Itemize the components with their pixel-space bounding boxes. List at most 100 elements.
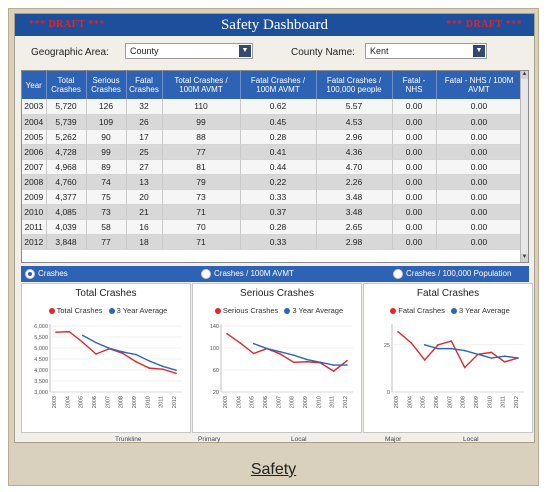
radio-selected-icon[interactable] — [25, 268, 35, 279]
data-point-average — [477, 353, 479, 356]
table-cell: 0.00 — [436, 219, 523, 235]
radio-crashes[interactable]: Crashes — [25, 268, 68, 280]
column-header[interactable]: Year — [22, 71, 47, 99]
radio-per-avmt-label: Crashes / 100M AVMT — [214, 269, 294, 278]
table-cell: 0.00 — [436, 234, 523, 250]
table-cell: 3.48 — [316, 204, 393, 220]
data-point-actual — [346, 359, 348, 362]
x-tick-label: 2008 — [290, 396, 296, 408]
table-cell: 2.98 — [316, 234, 393, 250]
table-row[interactable]: 2009 4,377 75 20 73 0.33 3.48 0.00 0.00 — [22, 189, 523, 205]
table-row[interactable]: 2007 4,968 89 27 81 0.44 4.70 0.00 0.00 — [22, 159, 523, 175]
data-point-actual — [437, 344, 439, 346]
table-cell: 5,739 — [46, 114, 87, 130]
column-header[interactable]: Total Crashes / 100M AVMT — [162, 71, 241, 99]
table-cell: 0.00 — [436, 159, 523, 175]
data-point-average — [503, 355, 506, 357]
data-point-average — [332, 364, 335, 366]
x-tick-label: 2006 — [434, 396, 440, 408]
table-cell: 2011 — [22, 219, 47, 235]
fatal-crashes-plot: 0 25 2003 2004 2005 2006 2007 2008 2009 2010 2011 2… — [384, 324, 524, 408]
data-point-average — [423, 344, 426, 346]
table-cell: 70 — [162, 219, 241, 235]
radio-crashes-per-population[interactable]: Crashes / 100,000 Population — [393, 268, 511, 280]
table-cell: 0.00 — [436, 189, 523, 205]
serious-crashes-plot: 20 60 100 140 2003 2004 2005 2006 2007 2008 2009 20… — [210, 324, 353, 408]
table-cell: 17 — [126, 129, 163, 145]
chevron-down-icon[interactable]: ▼ — [239, 45, 251, 57]
table-cell: 89 — [86, 159, 127, 175]
data-point-actual — [252, 352, 255, 355]
footer-word: Major — [385, 436, 402, 443]
x-tick-label: 2007 — [447, 396, 453, 408]
table-row[interactable]: 2010 4,085 73 21 71 0.37 3.48 0.00 0.00 — [22, 204, 523, 220]
table-row[interactable]: 2012 3,848 77 18 71 0.33 2.98 0.00 0.00 — [22, 234, 523, 250]
radio-crashes-label: Crashes — [38, 269, 68, 278]
table-cell: 0.33 — [240, 189, 317, 205]
x-tick-label: 2010 — [316, 396, 322, 408]
table-cell: 0.28 — [240, 129, 317, 145]
scroll-down-icon[interactable]: ▼ — [521, 254, 528, 262]
column-header[interactable]: Fatal Crashes / 100M AVMT — [240, 71, 317, 99]
series-line-actual — [226, 333, 348, 372]
scroll-up-icon[interactable]: ▲ — [521, 71, 528, 79]
x-tick-label: 2005 — [250, 396, 256, 408]
x-tick-label: 2006 — [263, 396, 269, 408]
table-row[interactable]: 2011 4,039 58 16 70 0.28 2.65 0.00 0.00 — [22, 219, 523, 235]
table-scrollbar[interactable]: ▲ ▼ — [520, 71, 528, 262]
data-point-actual — [148, 367, 151, 369]
geographic-area-select[interactable]: County ▼ — [125, 43, 253, 59]
data-point-average — [266, 347, 268, 350]
table-row[interactable]: 2003 5,720 126 32 110 0.62 5.57 0.00 0.00 — [22, 99, 523, 115]
table-cell: 4.70 — [316, 159, 393, 175]
geographic-area-value: County — [130, 46, 159, 56]
table-row[interactable]: 2006 4,728 99 25 77 0.41 4.36 0.00 0.00 — [22, 144, 523, 160]
table-cell: 0.44 — [240, 159, 317, 175]
table-cell: 20 — [126, 189, 163, 205]
table-cell: 71 — [162, 234, 241, 250]
data-point-actual — [423, 359, 426, 361]
x-tick-label: 2003 — [223, 396, 229, 408]
chevron-down-icon[interactable]: ▼ — [473, 45, 485, 57]
table-cell: 4,728 — [46, 144, 87, 160]
data-point-average — [95, 341, 97, 344]
county-name-select[interactable]: Kent ▼ — [365, 43, 487, 59]
y-tick-label: 5,000 — [34, 346, 48, 352]
column-header[interactable]: Fatal - NHS — [392, 71, 437, 99]
table-cell: 81 — [162, 159, 241, 175]
series-line-actual — [55, 331, 177, 375]
county-name-value: Kent — [370, 46, 389, 56]
column-header[interactable]: Total Crashes — [46, 71, 87, 99]
table-row[interactable]: 2005 5,262 90 17 88 0.28 2.96 0.00 0.00 — [22, 129, 523, 145]
table-cell: 74 — [86, 174, 127, 190]
table-cell: 27 — [126, 159, 163, 175]
x-tick-label: 2010 — [145, 396, 151, 408]
x-tick-label: 2008 — [461, 396, 467, 408]
y-tick-label: 25 — [384, 343, 390, 349]
column-header[interactable]: Fatal Crashes / 100,000 people — [316, 71, 393, 99]
safety-caption-link[interactable]: Safety — [9, 461, 538, 479]
table-cell: 2.96 — [316, 129, 393, 145]
table-cell: 4,039 — [46, 219, 87, 235]
table-cell: 5.57 — [316, 99, 393, 115]
data-point-actual — [490, 351, 493, 354]
data-point-actual — [503, 361, 506, 363]
radio-crashes-per-avmt[interactable]: Crashes / 100M AVMT — [201, 268, 294, 280]
x-tick-label: 2007 — [105, 396, 111, 408]
data-point-average — [252, 342, 255, 345]
y-tick-label: 140 — [210, 324, 219, 330]
table-cell: 0.00 — [392, 234, 437, 250]
radio-unselected-icon[interactable] — [393, 268, 403, 279]
table-cell: 5,262 — [46, 129, 87, 145]
column-header[interactable]: Serious Crashes — [86, 71, 127, 99]
column-header[interactable]: Fatal - NHS / 100M AVMT — [436, 71, 523, 99]
radio-unselected-icon[interactable] — [201, 268, 211, 279]
data-point-average — [148, 360, 151, 362]
table-cell: 0.00 — [392, 144, 437, 160]
table-row[interactable]: 2004 5,739 109 26 99 0.45 4.53 0.00 0.00 — [22, 114, 523, 130]
dashboard-panel: *** DRAFT *** Safety Dashboard *** DRAFT… — [14, 13, 535, 443]
crash-table: Year Total Crashes Serious Crashes Fatal Cr… — [21, 70, 529, 263]
data-point-actual — [306, 360, 308, 363]
column-header[interactable]: Fatal Crashes — [126, 71, 163, 99]
table-row[interactable]: 2008 4,760 74 13 79 0.22 2.26 0.00 0.00 — [22, 174, 523, 190]
